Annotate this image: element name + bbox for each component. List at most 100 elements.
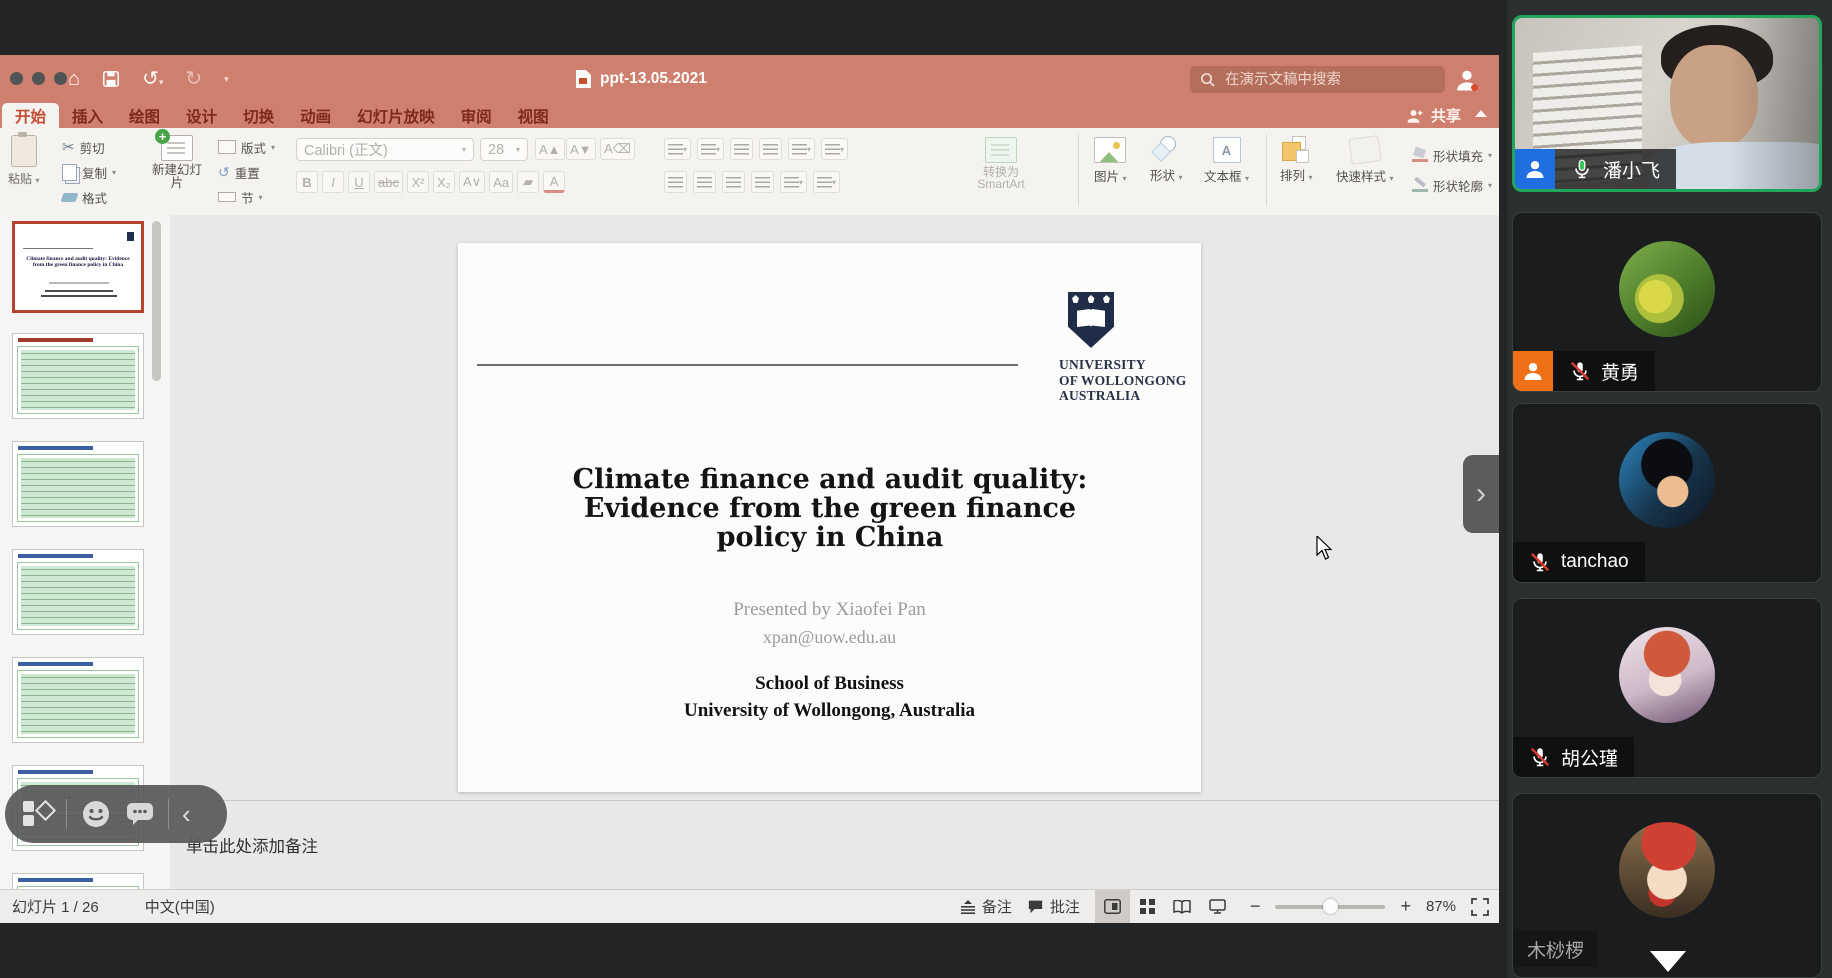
language-indicator[interactable]: 中文(中国)	[145, 896, 215, 917]
zoom-slider-thumb[interactable]	[1323, 899, 1338, 914]
redo-button[interactable]: ↻	[185, 69, 202, 89]
zoom-out-button[interactable]: −	[1250, 896, 1261, 917]
save-icon[interactable]	[102, 70, 120, 88]
columns-button[interactable]: ▾	[821, 138, 848, 160]
indent-decrease-button[interactable]	[730, 138, 753, 160]
tab-review[interactable]: 审阅	[448, 103, 505, 128]
line-spacing-button[interactable]: ▾	[788, 138, 815, 160]
reset-button[interactable]: ↺ 重置	[218, 161, 275, 183]
textbox-button[interactable]: A 文本框 ▾	[1204, 137, 1249, 185]
zoom-window-button[interactable]	[54, 72, 67, 85]
superscript-button[interactable]: X²	[407, 171, 429, 193]
change-case-button[interactable]: Aa	[489, 171, 513, 193]
grow-font-button[interactable]: A▲	[535, 138, 565, 160]
shapes-button[interactable]: 形状 ▾	[1150, 136, 1183, 184]
strikethrough-button[interactable]: abc	[374, 171, 403, 193]
font-family-select[interactable]: Calibri (正文)▾	[296, 138, 474, 161]
justify-button[interactable]	[751, 171, 774, 193]
tab-design[interactable]: 设计	[173, 103, 230, 128]
arrange-button[interactable]: 排列 ▾	[1280, 136, 1313, 184]
home-icon[interactable]: ⌂	[68, 69, 80, 89]
convert-to-smartart-button[interactable]: 转换为 SmartArt	[958, 137, 1044, 190]
annotation-shapes-icon[interactable]	[23, 799, 53, 829]
bold-button[interactable]: B	[296, 171, 318, 193]
character-spacing-button[interactable]: A∨	[459, 171, 485, 193]
paste-button[interactable]: 粘贴 ▾	[8, 135, 39, 187]
comments-toggle-button[interactable]: 批注	[1027, 896, 1080, 917]
notes-area[interactable]: 单击此处添加备注	[170, 800, 1499, 890]
quick-styles-button[interactable]: 快速样式 ▾	[1336, 137, 1394, 185]
slide-sorter-view-button[interactable]	[1130, 890, 1165, 923]
font-color-button[interactable]: A	[543, 171, 565, 193]
participant-tile-4[interactable]: 胡公瑾	[1512, 598, 1822, 778]
align-left-button[interactable]	[664, 171, 687, 193]
slide-canvas[interactable]: UNIVERSITY OF WOLLONGONG AUSTRALIA Clima…	[458, 243, 1201, 792]
search-input[interactable]	[1223, 71, 1407, 89]
numbering-button[interactable]: ▾	[697, 138, 724, 160]
slide-thumbnail-5[interactable]	[12, 657, 144, 743]
window-controls[interactable]	[10, 72, 67, 85]
thumbnail-scrollbar[interactable]	[152, 221, 161, 381]
align-center-button[interactable]	[693, 171, 716, 193]
shape-outline-button[interactable]: 形状轮廓▾	[1412, 174, 1492, 196]
slide-thumbnail-4[interactable]	[12, 549, 144, 635]
align-text-button[interactable]: ▾	[813, 171, 840, 193]
font-size-select[interactable]: 28▾	[480, 138, 528, 161]
layout-button[interactable]: 版式▾	[218, 136, 275, 158]
text-direction-button[interactable]: ▾	[780, 171, 807, 193]
account-icon[interactable]	[1453, 66, 1481, 94]
shrink-font-button[interactable]: A▼	[566, 138, 596, 160]
minimize-window-button[interactable]	[32, 72, 45, 85]
indent-increase-button[interactable]	[759, 138, 782, 160]
zoom-in-button[interactable]: +	[1400, 896, 1411, 917]
zoom-percent[interactable]: 87%	[1426, 898, 1456, 915]
slide-thumbnail-1[interactable]: Climate finance and audit quality: Evide…	[12, 221, 144, 313]
picture-button[interactable]: 图片 ▾	[1094, 137, 1127, 185]
chat-icon[interactable]	[125, 800, 155, 828]
chevron-left-icon[interactable]: ‹	[182, 801, 191, 827]
scroll-down-indicator[interactable]	[1650, 951, 1686, 972]
italic-button[interactable]: I	[322, 171, 344, 193]
slide-thumbnail-7[interactable]	[12, 873, 144, 890]
bullets-button[interactable]: ▾	[664, 138, 691, 160]
clear-formatting-button[interactable]: A⌫	[600, 138, 635, 160]
tab-draw[interactable]: 绘图	[116, 103, 173, 128]
tab-slideshow[interactable]: 幻灯片放映	[344, 103, 448, 128]
slideshow-button[interactable]	[1200, 890, 1235, 923]
share-button[interactable]: 共享	[1406, 103, 1461, 128]
slide-thumbnail-3[interactable]	[12, 441, 144, 527]
reading-view-button[interactable]	[1165, 890, 1200, 923]
zoom-slider[interactable]	[1275, 905, 1385, 909]
expand-panel-button[interactable]: ›	[1463, 455, 1499, 533]
tab-transitions[interactable]: 切换	[230, 103, 287, 128]
align-right-button[interactable]	[722, 171, 745, 193]
participant-tile-1[interactable]: 潘小飞	[1512, 15, 1822, 192]
document-title: ppt-13.05.2021	[575, 55, 707, 103]
participant-avatar	[1619, 627, 1715, 723]
tab-insert[interactable]: 插入	[59, 103, 116, 128]
emoji-reaction-icon[interactable]	[80, 798, 112, 830]
tab-animations[interactable]: 动画	[287, 103, 344, 128]
close-window-button[interactable]	[10, 72, 23, 85]
new-slide-button[interactable]: + 新建幻灯片	[148, 135, 206, 190]
underline-button[interactable]: U	[348, 171, 370, 193]
notes-toggle-button[interactable]: 备注	[960, 896, 1012, 917]
slide-thumbnail-2[interactable]	[12, 333, 144, 419]
format-painter-button[interactable]: 格式	[62, 186, 116, 208]
fit-to-window-icon[interactable]	[1471, 898, 1489, 916]
participant-tile-3[interactable]: tanchao	[1512, 403, 1822, 583]
search-box[interactable]	[1190, 66, 1445, 93]
undo-button[interactable]: ↺▾	[142, 69, 163, 90]
customize-toolbar-icon[interactable]: ▾	[224, 74, 229, 85]
highlight-color-button[interactable]: ▰	[517, 171, 539, 193]
participant-tile-2[interactable]: 黄勇	[1512, 212, 1822, 392]
tab-view[interactable]: 视图	[505, 103, 562, 128]
normal-view-button[interactable]	[1095, 890, 1130, 923]
tab-home[interactable]: 开始	[2, 103, 59, 128]
section-button[interactable]: 节▾	[218, 186, 275, 208]
cut-button[interactable]: ✂ 剪切	[62, 136, 116, 158]
subscript-button[interactable]: X₂	[433, 171, 455, 193]
shape-fill-button[interactable]: 形状填充▾	[1412, 144, 1492, 166]
copy-button[interactable]: 复制▾	[62, 161, 116, 183]
collapse-ribbon-icon[interactable]	[1475, 110, 1487, 117]
